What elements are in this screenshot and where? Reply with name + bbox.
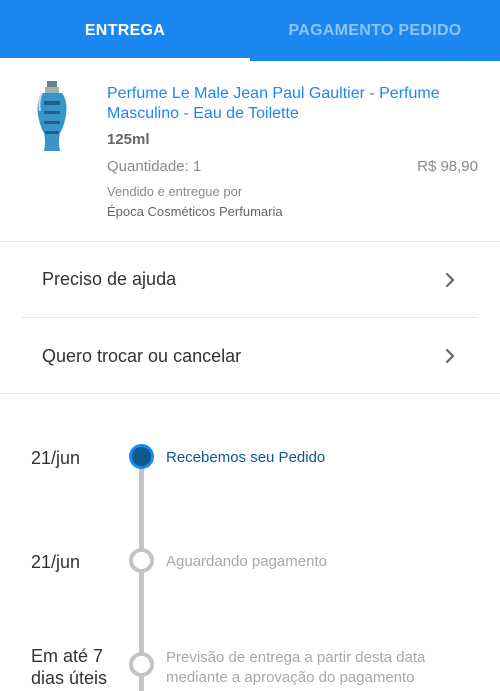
timeline-dot-done [129, 444, 154, 469]
tab-entrega[interactable]: ENTREGA [0, 0, 250, 61]
tab-pagamento-label: PAGAMENTO PEDIDO [288, 21, 462, 39]
exchange-cancel-button[interactable]: Quero trocar ou cancelar [22, 318, 478, 394]
timeline-date: 21/jun [31, 552, 81, 572]
timeline-step-label: Aguardando pagamento [166, 553, 327, 570]
tab-entrega-label: ENTREGA [84, 21, 166, 39]
seller-name: Época Cosméticos Perfumaria [107, 204, 283, 219]
product-price: R$ 98,90 [417, 158, 478, 175]
section-divider [0, 393, 500, 394]
chevron-right-icon [445, 348, 455, 364]
timeline-dot-pending [129, 652, 154, 677]
tab-pagamento-pedido[interactable]: PAGAMENTO PEDIDO [250, 0, 500, 61]
timeline-date: 21/jun [31, 448, 81, 468]
exchange-cancel-label: Quero trocar ou cancelar [42, 345, 242, 366]
timeline-date: Em até 7 dias úteis [31, 646, 108, 688]
help-button[interactable]: Preciso de ajuda [22, 242, 478, 318]
seller-label: Vendido e entregue por [107, 184, 243, 199]
help-label: Preciso de ajuda [42, 269, 177, 289]
timeline-dot-pending [129, 548, 154, 573]
product-size: 125ml [107, 131, 150, 148]
product-title[interactable]: Perfume Le Male Jean Paul Gaultier - Per… [107, 84, 477, 124]
timeline-step-label: Recebemos seu Pedido [166, 449, 326, 466]
perfume-bottle-icon[interactable] [32, 81, 72, 153]
product-quantity: Quantidade: 1 [107, 158, 202, 175]
chevron-right-icon [445, 272, 455, 287]
timeline-step-label: Previsão de entrega a partir desta data … [166, 649, 426, 686]
product-card: Perfume Le Male Jean Paul Gaultier - Per… [0, 61, 500, 242]
tab-bar: ENTREGA PAGAMENTO PEDIDO [0, 0, 500, 61]
